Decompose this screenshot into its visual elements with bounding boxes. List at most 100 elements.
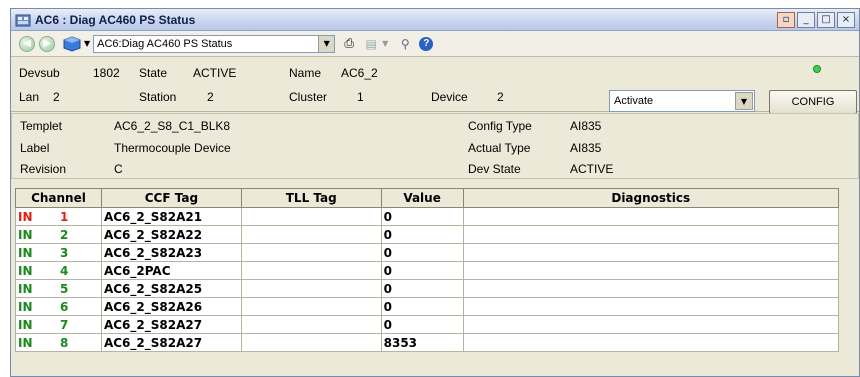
io-type: IN xyxy=(18,282,33,296)
tll-tag-cell xyxy=(240,315,382,334)
document-icon[interactable]: ▤ xyxy=(363,36,379,52)
diagnostics-cell xyxy=(462,207,840,226)
maximize-icon[interactable]: □ xyxy=(817,11,835,28)
restore-icon[interactable]: ▫ xyxy=(777,11,795,28)
device-details: Templet AC6_2_S8_C1_BLK8 Label Thermocou… xyxy=(11,113,859,179)
cluster-value: 1 xyxy=(357,90,364,104)
forward-icon[interactable]: ▶ xyxy=(39,35,55,52)
io-type: IN xyxy=(18,318,33,332)
channel-cell: IN 5 xyxy=(15,279,102,298)
channel-number: 6 xyxy=(60,300,69,314)
status-led-icon xyxy=(813,65,821,73)
chevron-down-icon[interactable]: ▼ xyxy=(735,92,753,110)
pin-icon[interactable]: ⚲ xyxy=(397,36,413,52)
channel-number: 5 xyxy=(60,282,69,296)
close-icon[interactable]: × xyxy=(837,11,855,28)
tll-tag-cell xyxy=(240,279,382,298)
label-label: Label xyxy=(20,141,50,155)
value-cell: 0 xyxy=(380,207,464,226)
ccf-tag-cell: AC6_2_S82A22 xyxy=(100,225,242,244)
device-value: 2 xyxy=(497,90,504,104)
name-label: Name xyxy=(289,66,322,80)
diagnostics-cell xyxy=(462,261,840,280)
action-select-value: Activate xyxy=(614,95,654,107)
column-header-tll-tag[interactable]: TLL Tag xyxy=(240,188,382,208)
value-cell: 0 xyxy=(380,225,464,244)
channel-number: 8 xyxy=(60,336,69,350)
tll-tag-cell xyxy=(240,261,382,280)
channel-cell: IN 2 xyxy=(15,225,102,244)
table-row[interactable]: IN 6 AC6_2_S82A26 0 xyxy=(15,297,840,316)
value-cell: 0 xyxy=(380,243,464,262)
station-label: Station xyxy=(139,90,177,104)
title-bar[interactable]: AC6 : Diag AC460 PS Status ▫ _ □ × xyxy=(11,9,859,31)
diagnostics-cell xyxy=(462,315,840,334)
column-header-diagnostics[interactable]: Diagnostics xyxy=(462,188,840,208)
diagnostics-cell xyxy=(462,333,840,352)
revision-value: C xyxy=(114,162,123,176)
ccf-tag-cell: AC6_2_S82A26 xyxy=(100,297,242,316)
app-icon xyxy=(15,14,31,26)
address-combo[interactable]: AC6:Diag AC460 PS Status ▼ xyxy=(93,34,336,53)
templet-value: AC6_2_S8_C1_BLK8 xyxy=(114,119,231,133)
table-row[interactable]: IN 8 AC6_2_S82A27 8353 xyxy=(15,333,840,352)
actual-type-label: Actual Type xyxy=(468,141,531,155)
device-label: Device xyxy=(431,90,468,104)
diag-window: AC6 : Diag AC460 PS Status ▫ _ □ × ◀ ▶ ▼… xyxy=(10,8,860,377)
io-type: IN xyxy=(18,300,33,314)
cluster-label: Cluster xyxy=(289,90,328,104)
tll-tag-cell xyxy=(240,243,382,262)
devsub-value: 1802 xyxy=(93,66,120,80)
channel-cell: IN 1 xyxy=(15,207,102,226)
ccf-tag-cell: AC6_2PAC xyxy=(100,261,242,280)
lan-value: 2 xyxy=(53,90,60,104)
cube-icon[interactable] xyxy=(63,35,81,52)
chevron-down-icon[interactable]: ▼ xyxy=(318,35,335,52)
print-icon[interactable]: ⎙ xyxy=(341,36,357,52)
back-icon[interactable]: ◀ xyxy=(19,35,35,52)
io-type: IN xyxy=(18,228,33,242)
table-row[interactable]: IN 5 AC6_2_S82A25 0 xyxy=(15,279,840,298)
ccf-tag-cell: AC6_2_S82A21 xyxy=(100,207,242,226)
diagnostics-cell xyxy=(462,297,840,316)
document-dropdown-icon[interactable]: ▼ xyxy=(382,39,388,48)
tll-tag-cell xyxy=(240,333,382,352)
toolbar: ◀ ▶ ▼ AC6:Diag AC460 PS Status ▼ ⎙ ▤ ▼ ⚲… xyxy=(11,31,859,57)
tll-tag-cell xyxy=(240,297,382,316)
ccf-tag-cell: AC6_2_S82A23 xyxy=(100,243,242,262)
config-button[interactable]: CONFIG xyxy=(769,90,857,114)
history-dropdown-icon[interactable]: ▼ xyxy=(84,39,90,48)
value-cell: 0 xyxy=(380,261,464,280)
io-type: IN xyxy=(18,264,33,278)
minimize-icon[interactable]: _ xyxy=(797,11,815,28)
diagnostics-cell xyxy=(462,225,840,244)
column-header-channel[interactable]: Channel xyxy=(15,188,102,208)
channel-cell: IN 3 xyxy=(15,243,102,262)
action-select[interactable]: Activate ▼ xyxy=(609,90,755,112)
label-value: Thermocouple Device xyxy=(114,141,231,155)
table-row[interactable]: IN 1 AC6_2_S82A21 0 xyxy=(15,207,840,226)
diagnostics-cell xyxy=(462,243,840,262)
dev-state-label: Dev State xyxy=(468,162,521,176)
table-row[interactable]: IN 2 AC6_2_S82A22 0 xyxy=(15,225,840,244)
tll-tag-cell xyxy=(240,225,382,244)
column-header-value[interactable]: Value xyxy=(380,188,464,208)
value-cell: 0 xyxy=(380,315,464,334)
table-row[interactable]: IN 7 AC6_2_S82A27 0 xyxy=(15,315,840,334)
value-cell: 0 xyxy=(380,297,464,316)
help-icon[interactable]: ? xyxy=(419,36,434,51)
channel-number: 2 xyxy=(60,228,69,242)
column-header-ccf-tag[interactable]: CCF Tag xyxy=(100,188,242,208)
window-title: AC6 : Diag AC460 PS Status xyxy=(35,12,196,27)
channel-cell: IN 8 xyxy=(15,333,102,352)
table-body: IN 1 AC6_2_S82A21 0 IN 2 AC6_2_S82A22 0 IN 3 AC6_2… xyxy=(15,207,840,352)
station-value: 2 xyxy=(207,90,214,104)
table-row[interactable]: IN 4 AC6_2PAC 0 xyxy=(15,261,840,280)
channel-number: 1 xyxy=(60,210,69,224)
table-row[interactable]: IN 3 AC6_2_S82A23 0 xyxy=(15,243,840,262)
actual-type-value: AI835 xyxy=(570,141,602,155)
dev-state-value: ACTIVE xyxy=(570,162,614,176)
channel-table: Channel CCF Tag TLL Tag Value Diagnostic… xyxy=(15,188,840,352)
channel-number: 4 xyxy=(60,264,69,278)
devsub-label: Devsub xyxy=(19,66,60,80)
